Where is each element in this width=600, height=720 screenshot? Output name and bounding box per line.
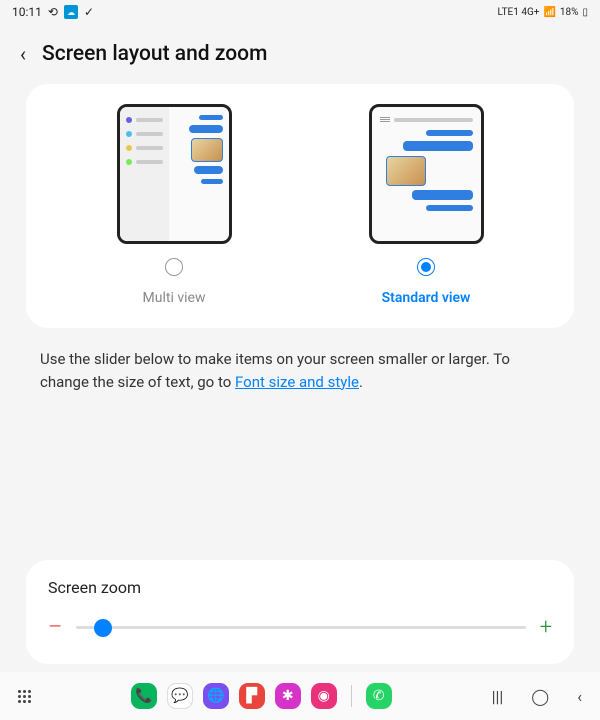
description-text: Use the slider below to make items on yo… (40, 348, 560, 393)
option-standard-view[interactable]: Standard view (369, 104, 484, 306)
network-label: LTE1 4G+ (498, 7, 540, 18)
check-icon: ✓ (84, 5, 94, 19)
status-time: 10:11 (12, 5, 42, 19)
nav-back-button[interactable]: ‹ (577, 687, 582, 706)
multi-view-preview (117, 104, 232, 244)
page-header: ‹ Screen layout and zoom (0, 24, 600, 76)
app-phone-icon[interactable]: 📞 (131, 683, 157, 709)
status-bar: 10:11 ⟲ ☁ ✓ LTE1 4G+ 📶 18% ▯ (0, 0, 600, 24)
description-tail: . (359, 373, 363, 391)
app-whatsapp-icon[interactable]: ✆ (366, 683, 392, 709)
app-camera-icon[interactable]: ◉ (311, 683, 337, 709)
page-title: Screen layout and zoom (42, 42, 267, 66)
screen-zoom-card: Screen zoom – + (26, 560, 574, 664)
radio-multi-view[interactable] (165, 258, 183, 276)
label-standard-view: Standard view (382, 290, 471, 306)
app-flipboard-icon[interactable]: ▛ (239, 683, 265, 709)
zoom-increase-button[interactable]: + (540, 615, 552, 640)
option-multi-view[interactable]: Multi view (117, 104, 232, 306)
navigation-bar: 📞 💬 🌐 ▛ ✱ ◉ ✆ ||| ◯ ‹ (0, 672, 600, 720)
zoom-decrease-button[interactable]: – (48, 615, 62, 640)
zoom-title: Screen zoom (48, 578, 552, 597)
app-browser-icon[interactable]: 🌐 (203, 683, 229, 709)
zoom-slider[interactable] (76, 626, 525, 629)
rotate-icon: ⟲ (48, 5, 58, 19)
label-multi-view: Multi view (143, 290, 206, 306)
radio-standard-view[interactable] (417, 258, 435, 276)
cloud-icon: ☁ (64, 5, 78, 19)
signal-icon: 📶 (543, 7, 555, 18)
back-button[interactable]: ‹ (20, 42, 26, 66)
app-gallery-icon[interactable]: ✱ (275, 683, 301, 709)
apps-grid-icon[interactable] (18, 690, 31, 703)
nav-divider (351, 685, 352, 707)
font-size-link[interactable]: Font size and style (235, 373, 359, 391)
battery-icon: ▯ (582, 7, 588, 18)
home-button[interactable]: ◯ (531, 687, 549, 706)
zoom-slider-thumb[interactable] (94, 619, 112, 637)
battery-label: 18% (560, 7, 579, 18)
layout-options-card: Multi view Standard view (26, 84, 574, 328)
app-messages-icon[interactable]: 💬 (167, 683, 193, 709)
standard-view-preview (369, 104, 484, 244)
recents-button[interactable]: ||| (492, 687, 504, 706)
